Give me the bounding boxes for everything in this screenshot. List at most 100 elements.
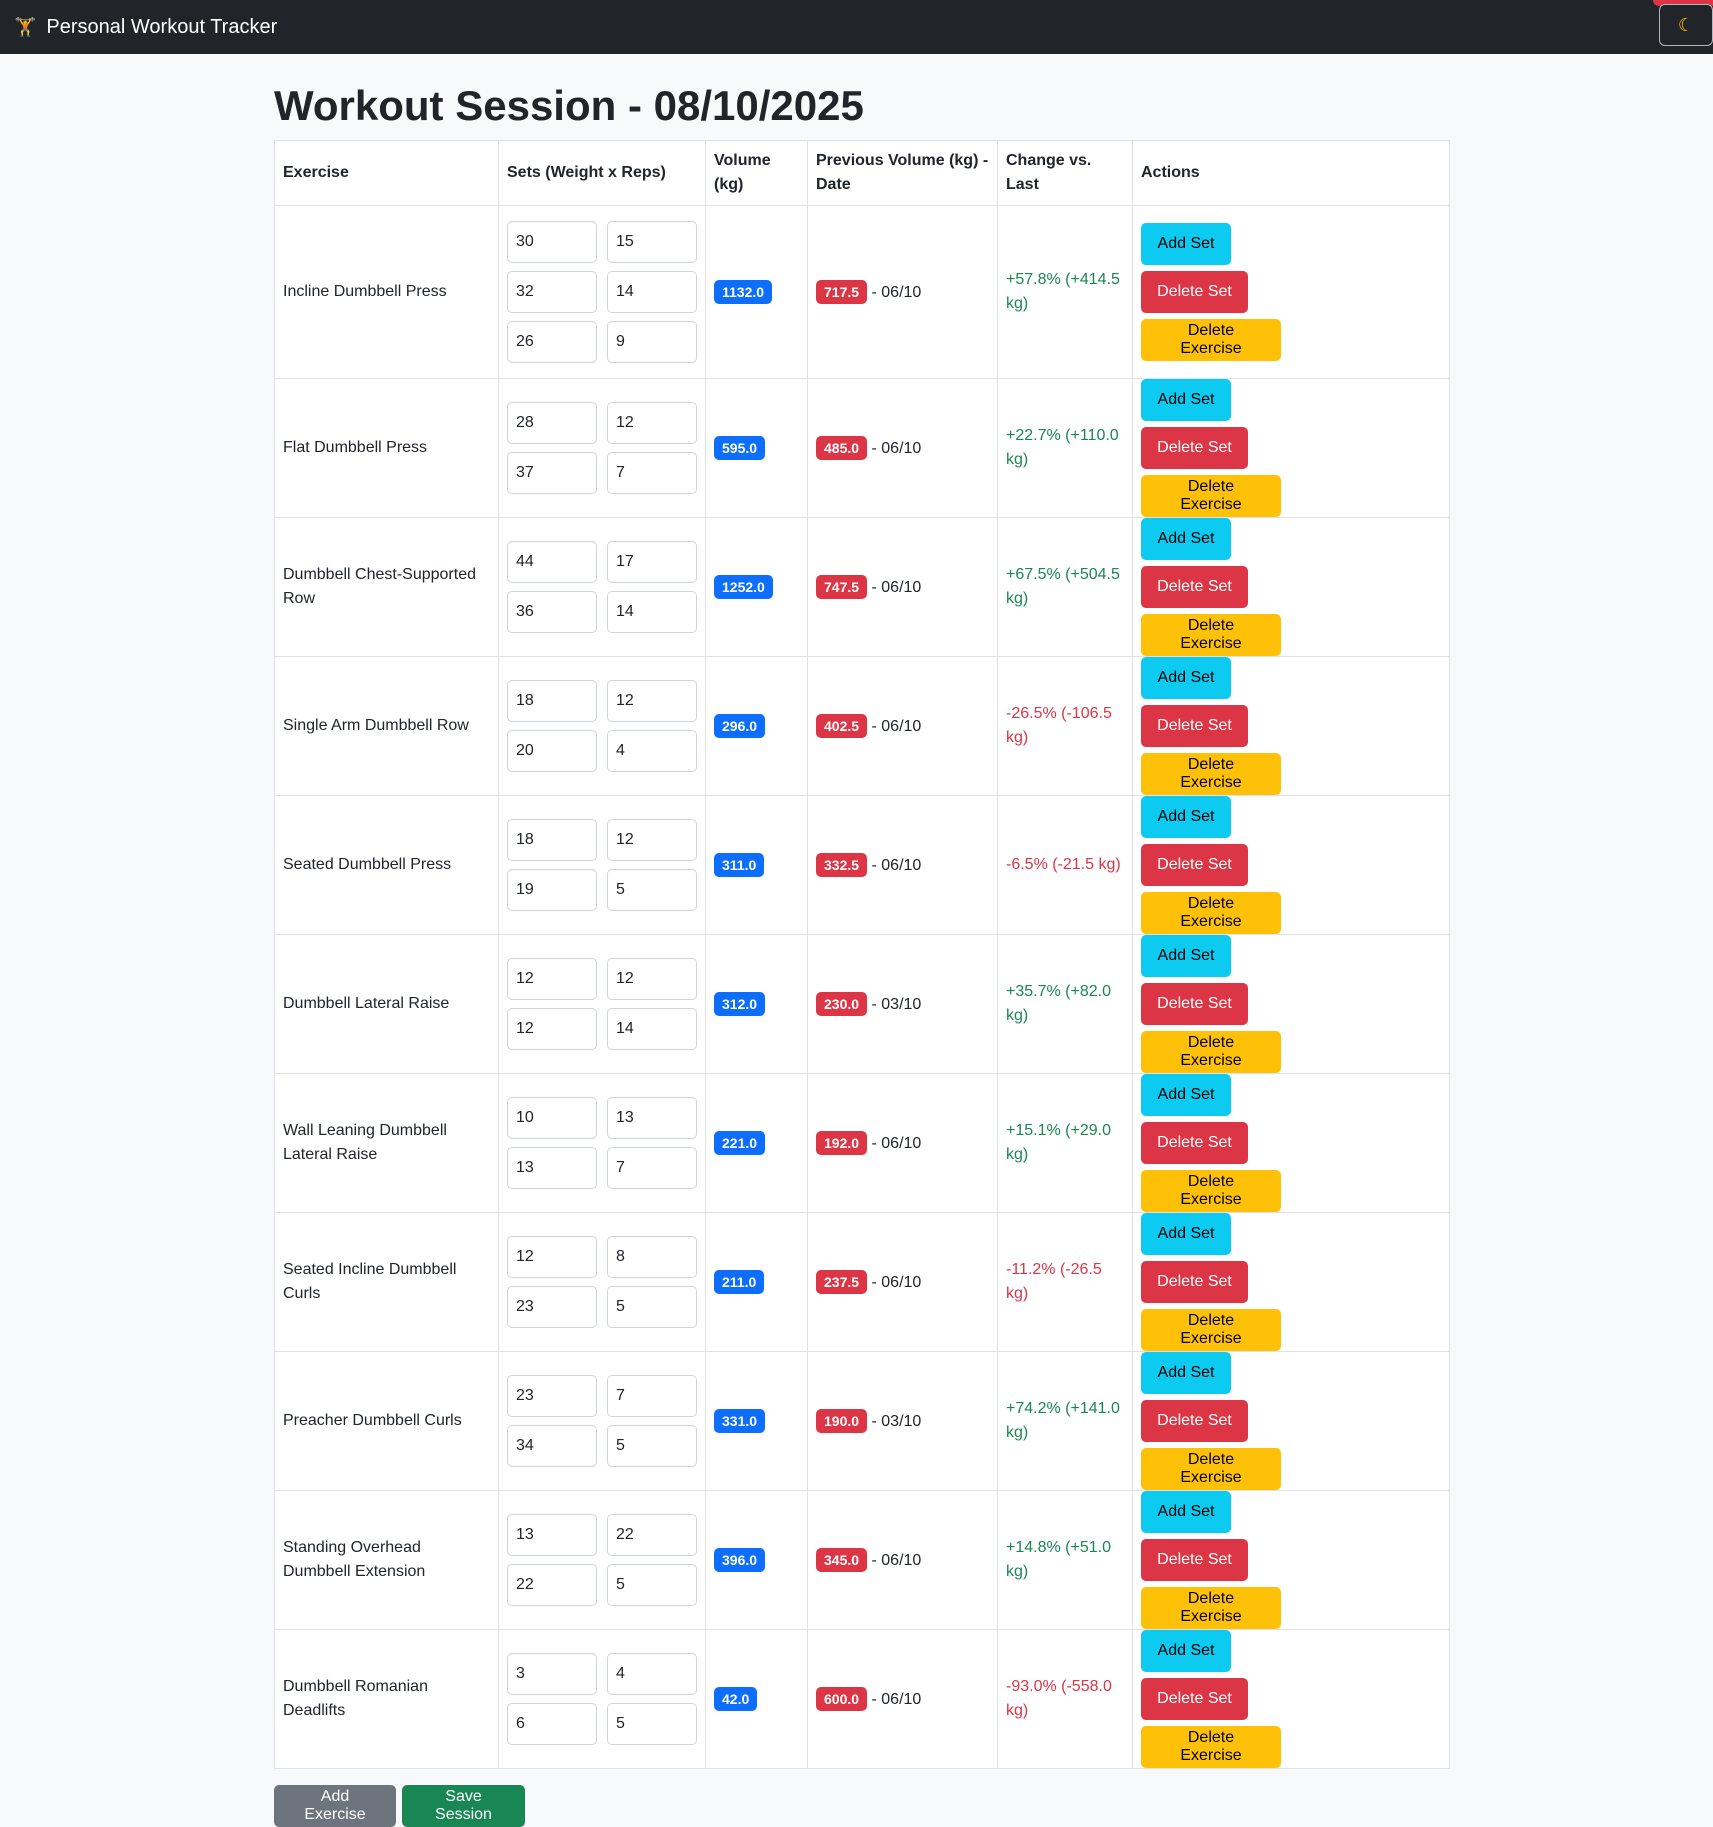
delete-set-button[interactable]: Delete Set: [1141, 1400, 1248, 1442]
weight-input[interactable]: [507, 1286, 597, 1328]
reps-input[interactable]: [607, 221, 697, 263]
weight-input[interactable]: [507, 869, 597, 911]
delete-exercise-button[interactable]: Delete Exercise: [1141, 1170, 1281, 1212]
delete-set-button[interactable]: Delete Set: [1141, 271, 1248, 313]
add-set-button[interactable]: Add Set: [1141, 1213, 1231, 1255]
table-row: Dumbbell Lateral Raise 312.0 230.0 - 03/10…: [274, 934, 1450, 1074]
reps-input[interactable]: [607, 1703, 697, 1745]
add-set-button[interactable]: Add Set: [1141, 223, 1231, 265]
delete-set-button[interactable]: Delete Set: [1141, 1122, 1248, 1164]
weight-input[interactable]: [507, 1514, 597, 1556]
sets-cell: [498, 1490, 706, 1630]
delete-exercise-button[interactable]: Delete Exercise: [1141, 892, 1281, 934]
volume-cell: 311.0: [705, 795, 808, 935]
reps-input[interactable]: [607, 819, 697, 861]
reps-input[interactable]: [607, 869, 697, 911]
reps-input[interactable]: [607, 730, 697, 772]
weight-input[interactable]: [507, 1564, 597, 1606]
reps-input[interactable]: [607, 321, 697, 363]
delete-exercise-button[interactable]: Delete Exercise: [1141, 475, 1281, 517]
reps-input[interactable]: [607, 402, 697, 444]
exercise-name: Seated Incline Dumbbell Curls: [274, 1212, 499, 1352]
delete-exercise-button[interactable]: Delete Exercise: [1141, 614, 1281, 656]
change-value: +74.2% (+141.0 kg): [997, 1351, 1133, 1491]
reps-input[interactable]: [607, 452, 697, 494]
weight-input[interactable]: [507, 591, 597, 633]
delete-exercise-button[interactable]: Delete Exercise: [1141, 1726, 1281, 1768]
delete-set-button[interactable]: Delete Set: [1141, 1678, 1248, 1720]
add-set-button[interactable]: Add Set: [1141, 1630, 1231, 1672]
delete-set-button[interactable]: Delete Set: [1141, 983, 1248, 1025]
delete-exercise-button[interactable]: Delete Exercise: [1141, 319, 1281, 361]
add-set-button[interactable]: Add Set: [1141, 796, 1231, 838]
delete-set-button[interactable]: Delete Set: [1141, 566, 1248, 608]
add-set-button[interactable]: Add Set: [1141, 1491, 1231, 1533]
exercise-name: Wall Leaning Dumbbell Lateral Raise: [274, 1073, 499, 1213]
delete-set-button[interactable]: Delete Set: [1141, 427, 1248, 469]
delete-exercise-button[interactable]: Delete Exercise: [1141, 1448, 1281, 1490]
delete-exercise-button[interactable]: Delete Exercise: [1141, 1031, 1281, 1073]
delete-exercise-button[interactable]: Delete Exercise: [1141, 1587, 1281, 1629]
reps-input[interactable]: [607, 1236, 697, 1278]
add-set-button[interactable]: Add Set: [1141, 1352, 1231, 1394]
exercise-name: Flat Dumbbell Press: [274, 378, 499, 518]
save-session-button[interactable]: Save Session: [402, 1785, 525, 1827]
delete-set-button[interactable]: Delete Set: [1141, 1539, 1248, 1581]
reps-input[interactable]: [607, 1514, 697, 1556]
weight-input[interactable]: [507, 1236, 597, 1278]
change-value: +15.1% (+29.0 kg): [997, 1073, 1133, 1213]
theme-toggle-button[interactable]: ☾: [1659, 4, 1713, 46]
reps-input[interactable]: [607, 1286, 697, 1328]
weight-input[interactable]: [507, 541, 597, 583]
weight-input[interactable]: [507, 1147, 597, 1189]
reps-input[interactable]: [607, 1147, 697, 1189]
weight-input[interactable]: [507, 730, 597, 772]
delete-exercise-button[interactable]: Delete Exercise: [1141, 753, 1281, 795]
weight-input[interactable]: [507, 1425, 597, 1467]
add-exercise-button[interactable]: Add Exercise: [274, 1785, 396, 1827]
volume-badge: 1132.0: [714, 279, 773, 304]
weight-input[interactable]: [507, 402, 597, 444]
reps-input[interactable]: [607, 958, 697, 1000]
weight-input[interactable]: [507, 1653, 597, 1695]
add-set-button[interactable]: Add Set: [1141, 379, 1231, 421]
delete-exercise-button[interactable]: Delete Exercise: [1141, 1309, 1281, 1351]
delete-set-button[interactable]: Delete Set: [1141, 705, 1248, 747]
weight-input[interactable]: [507, 452, 597, 494]
reps-input[interactable]: [607, 541, 697, 583]
weight-input[interactable]: [507, 221, 597, 263]
weight-input[interactable]: [507, 321, 597, 363]
weight-input[interactable]: [507, 1375, 597, 1417]
add-set-button[interactable]: Add Set: [1141, 518, 1231, 560]
reps-input[interactable]: [607, 1375, 697, 1417]
reps-input[interactable]: [607, 591, 697, 633]
row-actions: Add Set Delete Set Delete Exercise: [1141, 379, 1341, 517]
volume-badge: 296.0: [714, 713, 766, 738]
brand[interactable]: 🏋 Personal Workout Tracker: [14, 16, 277, 39]
actions-cell: Add Set Delete Set Delete Exercise: [1132, 517, 1450, 657]
weight-input[interactable]: [507, 1008, 597, 1050]
change-value: +22.7% (+110.0 kg): [997, 378, 1133, 518]
weight-input[interactable]: [507, 271, 597, 313]
sets-grid: [507, 526, 697, 648]
reps-input[interactable]: [607, 1008, 697, 1050]
dumbbell-icon: 🏋: [14, 16, 37, 37]
weight-input[interactable]: [507, 1097, 597, 1139]
reps-input[interactable]: [607, 1097, 697, 1139]
delete-set-button[interactable]: Delete Set: [1141, 1261, 1248, 1303]
previous-date: - 06/10: [871, 1273, 922, 1291]
add-set-button[interactable]: Add Set: [1141, 1074, 1231, 1116]
reps-input[interactable]: [607, 1425, 697, 1467]
reps-input[interactable]: [607, 1653, 697, 1695]
reps-input[interactable]: [607, 1564, 697, 1606]
reps-input[interactable]: [607, 271, 697, 313]
weight-input[interactable]: [507, 958, 597, 1000]
delete-set-button[interactable]: Delete Set: [1141, 844, 1248, 886]
add-set-button[interactable]: Add Set: [1141, 657, 1231, 699]
sets-grid: [507, 387, 697, 509]
weight-input[interactable]: [507, 680, 597, 722]
weight-input[interactable]: [507, 819, 597, 861]
reps-input[interactable]: [607, 680, 697, 722]
add-set-button[interactable]: Add Set: [1141, 935, 1231, 977]
weight-input[interactable]: [507, 1703, 597, 1745]
